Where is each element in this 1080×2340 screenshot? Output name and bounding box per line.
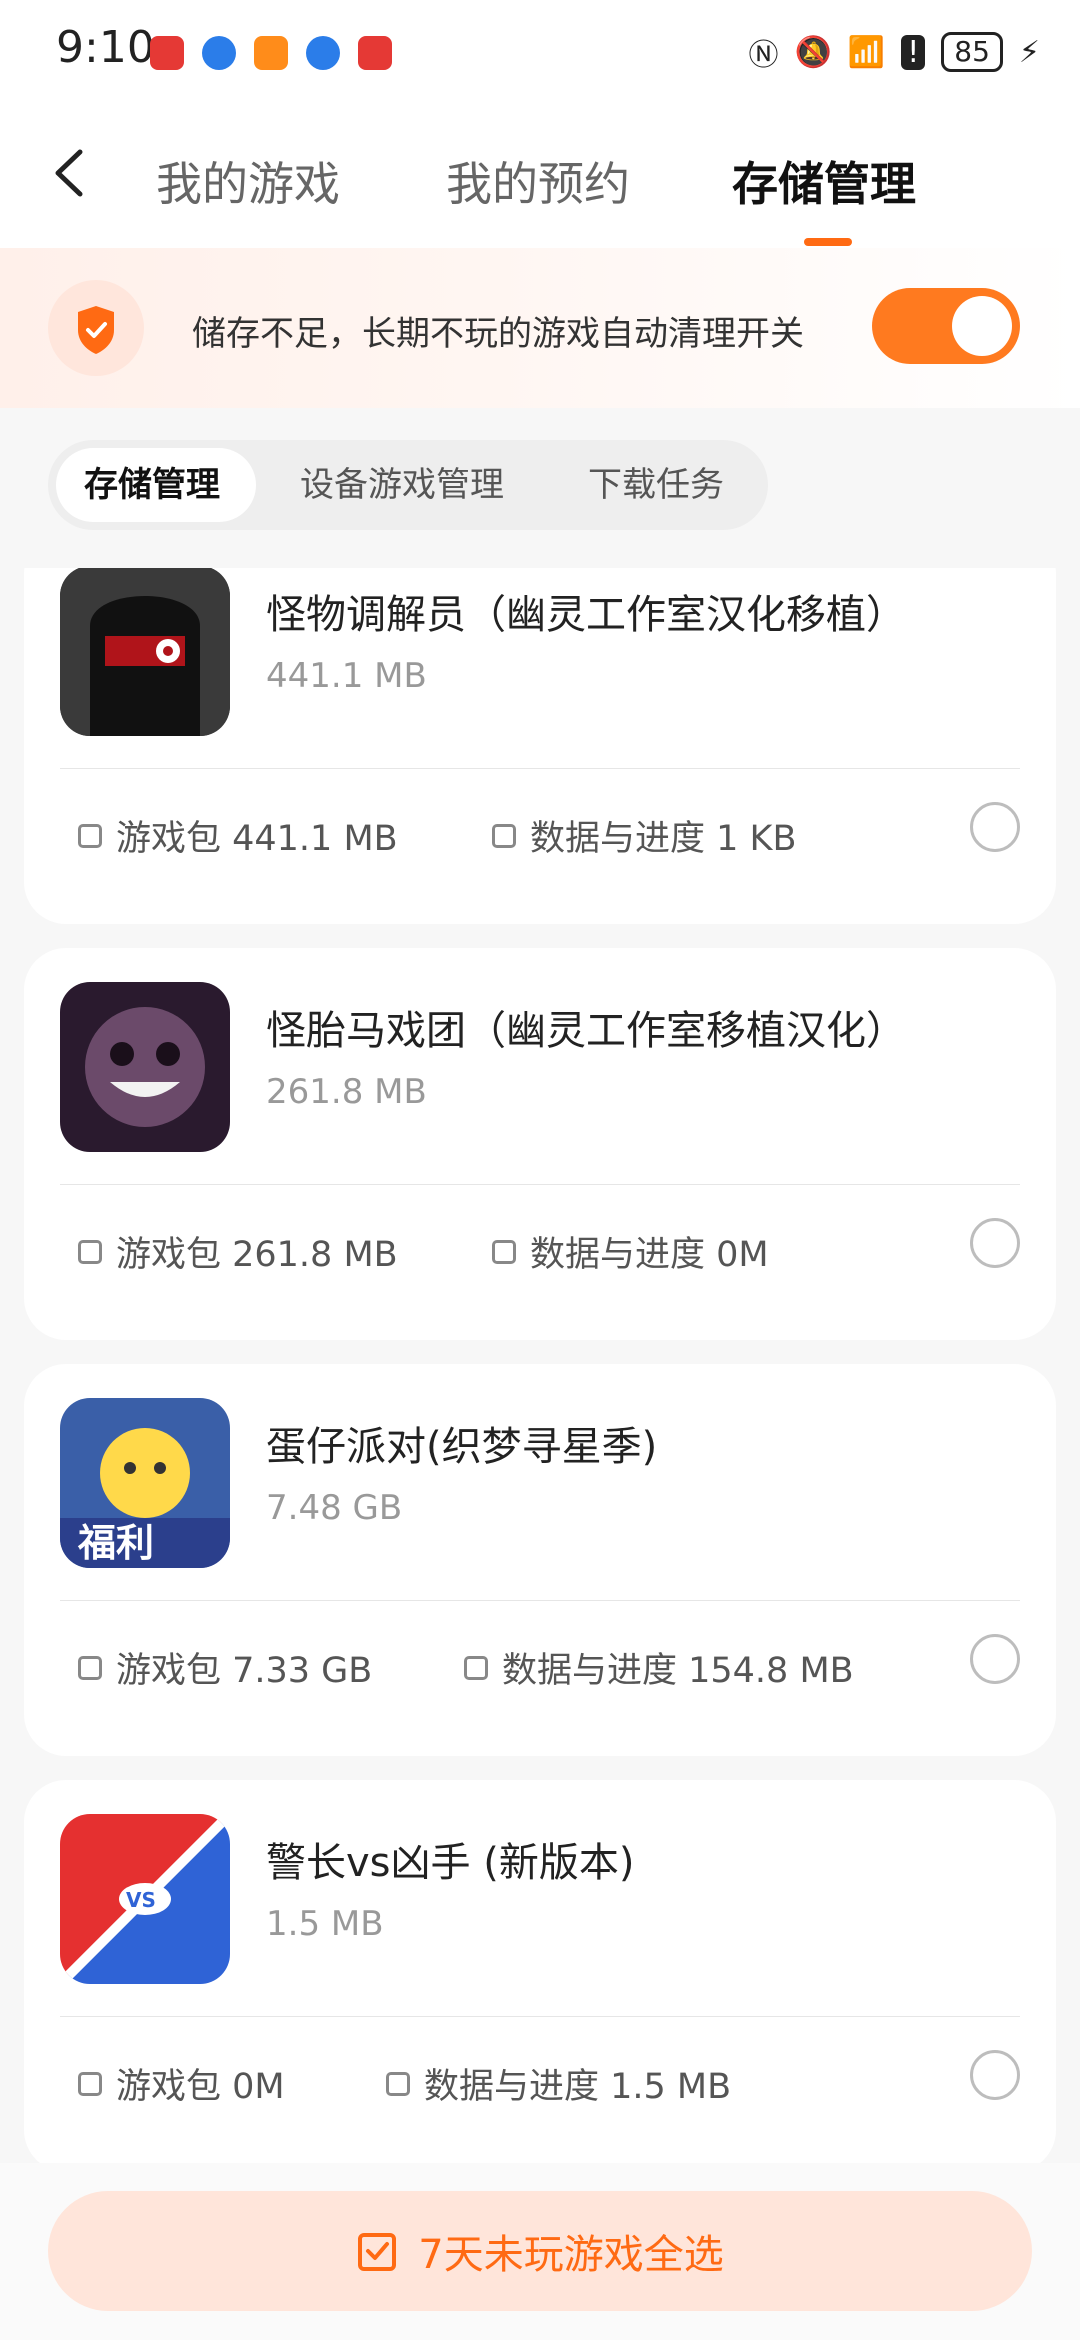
data-checkbox[interactable] (492, 823, 516, 848)
select-game-radio[interactable] (970, 802, 1020, 852)
status-bar: 9:10 Ⓝ 🔕 📶 ! 85 ⚡ (0, 0, 1080, 100)
data-option[interactable]: 数据与进度 1.5 MB (386, 2058, 731, 2109)
data-option[interactable]: 数据与进度 0M (492, 1226, 769, 1277)
data-label: 数据与进度 1 KB (530, 819, 797, 859)
battery-level: 85 (941, 32, 1003, 72)
package-label: 游戏包 261.8 MB (116, 1235, 398, 1275)
package-checkbox[interactable] (78, 823, 102, 848)
top-nav: 我的游戏 我的预约 存储管理 (0, 100, 1080, 249)
package-label: 游戏包 7.33 GB (116, 1651, 373, 1691)
package-option[interactable]: 游戏包 0M (78, 2058, 285, 2109)
card-divider (60, 2016, 1020, 2017)
auto-clean-banner: 储存不足，长期不玩的游戏自动清理开关 (0, 248, 1080, 408)
card-divider (60, 1600, 1020, 1601)
data-checkbox[interactable] (464, 1655, 488, 1680)
game-name: 怪胎马戏团（幽灵工作室移植汉化） (266, 1008, 906, 1054)
game-name: 怪物调解员（幽灵工作室汉化移植） (266, 592, 906, 638)
game-app-icon (254, 36, 288, 70)
auto-clean-label: 储存不足，长期不玩的游戏自动清理开关 (192, 314, 804, 354)
data-label: 数据与进度 1.5 MB (424, 2067, 732, 2107)
book-app-icon (358, 36, 392, 70)
data-label: 数据与进度 154.8 MB (502, 1651, 854, 1691)
notification-icons (150, 36, 392, 70)
package-checkbox[interactable] (78, 2071, 102, 2096)
charging-icon: ⚡ (1018, 34, 1040, 70)
mute-icon: 🔕 (794, 34, 832, 70)
select-unplayed-label: 7天未玩游戏全选 (418, 2232, 724, 2278)
package-label: 游戏包 0M (116, 2067, 285, 2107)
game-size: 7.48 GB (266, 1488, 403, 1528)
game-size: 261.8 MB (266, 1072, 427, 1112)
shield-icon (48, 280, 144, 376)
status-right: Ⓝ 🔕 📶 ! 85 ⚡ (749, 30, 1040, 74)
package-checkbox[interactable] (78, 1239, 102, 1264)
game-icon-sheriff-vs-killer: VS (60, 1814, 230, 1984)
welfare-badge: 福利 (77, 1521, 154, 1565)
tab-storage-management[interactable]: 存储管理 (732, 148, 916, 214)
bottom-bar: 7天未玩游戏全选 (0, 2163, 1080, 2340)
data-checkbox[interactable] (492, 1239, 516, 1264)
package-option[interactable]: 游戏包 7.33 GB (78, 1642, 372, 1693)
game-icon-monster-mediator (60, 568, 230, 736)
vs-badge: VS (126, 1888, 156, 1912)
tab-my-games[interactable]: 我的游戏 (156, 148, 340, 214)
toggle-knob (952, 296, 1012, 356)
alert-icon: ! (901, 34, 926, 70)
browser-app-icon (306, 36, 340, 70)
back-arrow-icon[interactable] (50, 148, 90, 198)
package-label: 游戏包 441.1 MB (116, 819, 398, 859)
card-divider (60, 1184, 1020, 1185)
select-game-radio[interactable] (970, 1218, 1020, 1268)
checklist-icon (358, 2233, 397, 2271)
browser-app-icon (202, 36, 236, 70)
segment-control: 存储管理 设备游戏管理 下载任务 (48, 440, 768, 530)
huawei-app-icon (150, 36, 184, 70)
segment-storage[interactable]: 存储管理 (84, 440, 220, 530)
data-option[interactable]: 数据与进度 1 KB (492, 810, 796, 861)
game-card: 怪物调解员（幽灵工作室汉化移植） 441.1 MB 游戏包 441.1 MB 数… (24, 568, 1056, 924)
package-checkbox[interactable] (78, 1655, 102, 1680)
data-checkbox[interactable] (386, 2071, 410, 2096)
game-storage-list[interactable]: 怪物调解员（幽灵工作室汉化移植） 441.1 MB 游戏包 441.1 MB 数… (0, 568, 1080, 2163)
select-game-radio[interactable] (970, 2050, 1020, 2100)
game-card: 怪胎马戏团（幽灵工作室移植汉化） 261.8 MB 游戏包 261.8 MB 数… (24, 948, 1056, 1340)
data-option[interactable]: 数据与进度 154.8 MB (464, 1642, 854, 1693)
game-name: 警长vs凶手 (新版本) (266, 1840, 635, 1886)
game-name: 蛋仔派对(织梦寻星季) (266, 1424, 658, 1470)
game-size: 1.5 MB (266, 1904, 384, 1944)
wifi-icon: 📶 (847, 34, 886, 70)
segment-device-games[interactable]: 设备游戏管理 (300, 440, 504, 530)
game-card: 福利 蛋仔派对(织梦寻星季) 7.48 GB 游戏包 7.33 GB 数据与进度… (24, 1364, 1056, 1756)
select-unplayed-7days-button[interactable]: 7天未玩游戏全选 (48, 2191, 1032, 2311)
game-size: 441.1 MB (266, 656, 427, 696)
active-tab-indicator (804, 238, 852, 246)
status-time: 9:10 (56, 22, 155, 73)
auto-clean-toggle[interactable] (872, 288, 1020, 364)
card-divider (60, 768, 1020, 769)
game-icon-eggy-party: 福利 (60, 1398, 230, 1568)
segment-downloads[interactable]: 下载任务 (588, 440, 724, 530)
package-option[interactable]: 游戏包 441.1 MB (78, 810, 398, 861)
data-label: 数据与进度 0M (530, 1235, 769, 1275)
game-card: VS 警长vs凶手 (新版本) 1.5 MB 游戏包 0M 数据与进度 1.5 … (24, 1780, 1056, 2163)
tab-my-reservations[interactable]: 我的预约 (446, 148, 630, 214)
package-option[interactable]: 游戏包 261.8 MB (78, 1226, 398, 1277)
select-game-radio[interactable] (970, 1634, 1020, 1684)
game-icon-freak-circus (60, 982, 230, 1152)
nfc-icon: Ⓝ (748, 38, 779, 73)
